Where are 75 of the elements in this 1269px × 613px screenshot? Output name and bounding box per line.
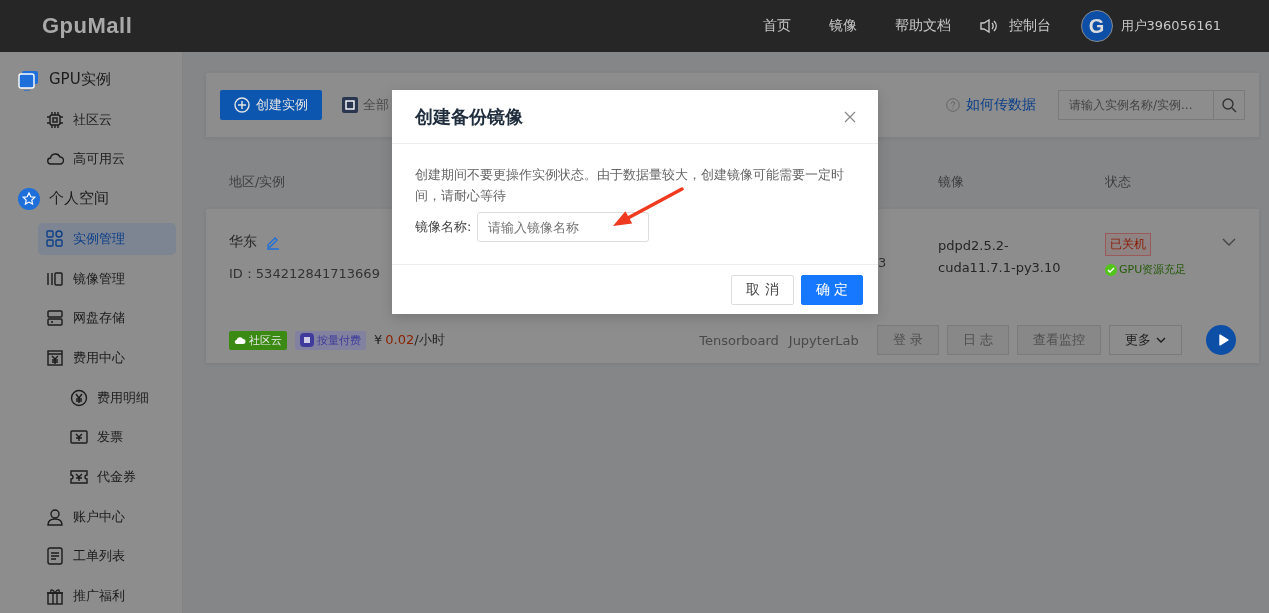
speaker-icon	[978, 18, 997, 34]
tool-link[interactable]: JupyterLab	[788, 332, 859, 348]
arrow	[612, 186, 684, 228]
column-header: 镜像	[938, 174, 964, 189]
price-unit: /小时	[414, 332, 445, 347]
sidebar-section[interactable]: 个人空间	[0, 179, 176, 219]
bars-icon	[46, 269, 64, 288]
sidebar-item[interactable]: 实例管理	[38, 222, 176, 255]
sidebar-item[interactable]: 发票	[0, 417, 176, 458]
yen-box-icon	[46, 348, 64, 367]
table-cell: 3	[878, 255, 887, 270]
help-link[interactable]: 如何传数据	[966, 96, 1036, 114]
sidebar-item[interactable]: 账户中心	[0, 496, 176, 537]
chip-icon	[46, 110, 64, 129]
close-icon	[844, 110, 856, 123]
column-header: 状态	[1105, 174, 1131, 189]
sidebar-item[interactable]: 费用明细	[0, 377, 176, 418]
user-icon	[46, 507, 64, 526]
field-label: 镜像名称:	[415, 218, 472, 236]
play-icon	[1218, 334, 1229, 346]
plus-circle-icon	[234, 97, 250, 113]
document-icon	[46, 547, 64, 566]
action-button[interactable]: 更多	[1109, 325, 1182, 355]
sidebar-item[interactable]: 工单列表	[0, 536, 176, 577]
filter-dropdown[interactable]: 全部	[363, 96, 389, 114]
image-name: pdpd2.5.2-cuda11.7.1-py3.10	[938, 238, 1061, 275]
help-icon	[946, 98, 960, 112]
currency-sign: ¥	[374, 332, 383, 347]
nav-link[interactable]: 帮助文档	[894, 17, 951, 35]
user-name[interactable]: 用户396056161	[1120, 17, 1221, 35]
nav-link[interactable]: 控制台	[1008, 17, 1051, 35]
check-circle-icon	[1105, 263, 1117, 276]
status-tag: 已关机	[1105, 233, 1151, 256]
region-name: 华东	[229, 233, 257, 251]
dialog-title: 创建备份镜像	[415, 104, 523, 129]
sidebar-item[interactable]: 高可用云	[0, 139, 176, 180]
sidebar-item[interactable]: 社区云	[0, 99, 176, 140]
confirm-button[interactable]: 确 定	[800, 274, 863, 305]
price-value: 0.02	[385, 332, 415, 347]
yen-circle-icon	[70, 388, 88, 407]
search-icon	[1221, 97, 1237, 113]
sidebar-section[interactable]: GPU实例	[0, 60, 176, 100]
chevron-down-icon	[1222, 237, 1236, 247]
ticket-icon	[70, 468, 88, 487]
tag: 社区云	[229, 330, 287, 350]
cancel-button[interactable]: 取 消	[731, 274, 794, 305]
play-button[interactable]	[1206, 325, 1236, 355]
gpu-status: GPU资源充足	[1119, 262, 1187, 277]
star-badge-icon	[18, 187, 40, 210]
nav-link[interactable]: 首页	[762, 17, 791, 35]
tag: 按量付费	[295, 330, 366, 350]
nav-link[interactable]: 镜像	[828, 17, 857, 35]
sidebar-item[interactable]: 镜像管理	[0, 258, 176, 299]
grid-icon	[46, 229, 64, 248]
receipt-icon	[70, 428, 88, 447]
sidebar-item[interactable]: 推广福利	[0, 576, 176, 613]
sidebar-item[interactable]: 费用中心	[0, 338, 176, 378]
logo[interactable]: GpuMall	[42, 13, 133, 39]
search-button[interactable]	[1214, 90, 1245, 120]
tool-link[interactable]: Tensorboard	[699, 332, 779, 348]
cloud-icon	[234, 335, 246, 345]
column-header: 地区/实例	[229, 174, 286, 189]
sidebar-item[interactable]: 代金券	[0, 457, 176, 497]
dialog-message: 创建期间不要更操作实例状态。由于数据量较大，创建镜像可能需要一定时间，请耐心等待	[415, 166, 845, 205]
instance-id: ID：534212841713669	[229, 266, 380, 281]
sidebar-item[interactable]: 网盘存储	[0, 298, 176, 339]
list-icon	[300, 333, 314, 347]
storage-icon	[46, 309, 64, 328]
gift-icon	[46, 587, 64, 606]
search-field[interactable]: 请输入实例名称/实例...	[1058, 90, 1214, 120]
chip-icon	[342, 97, 358, 113]
create-button[interactable]: 创建实例	[220, 90, 322, 120]
monitor-icon	[18, 68, 40, 91]
avatar[interactable]: G	[1080, 10, 1113, 42]
input-field[interactable]: 请输入镜像名称	[477, 212, 650, 242]
